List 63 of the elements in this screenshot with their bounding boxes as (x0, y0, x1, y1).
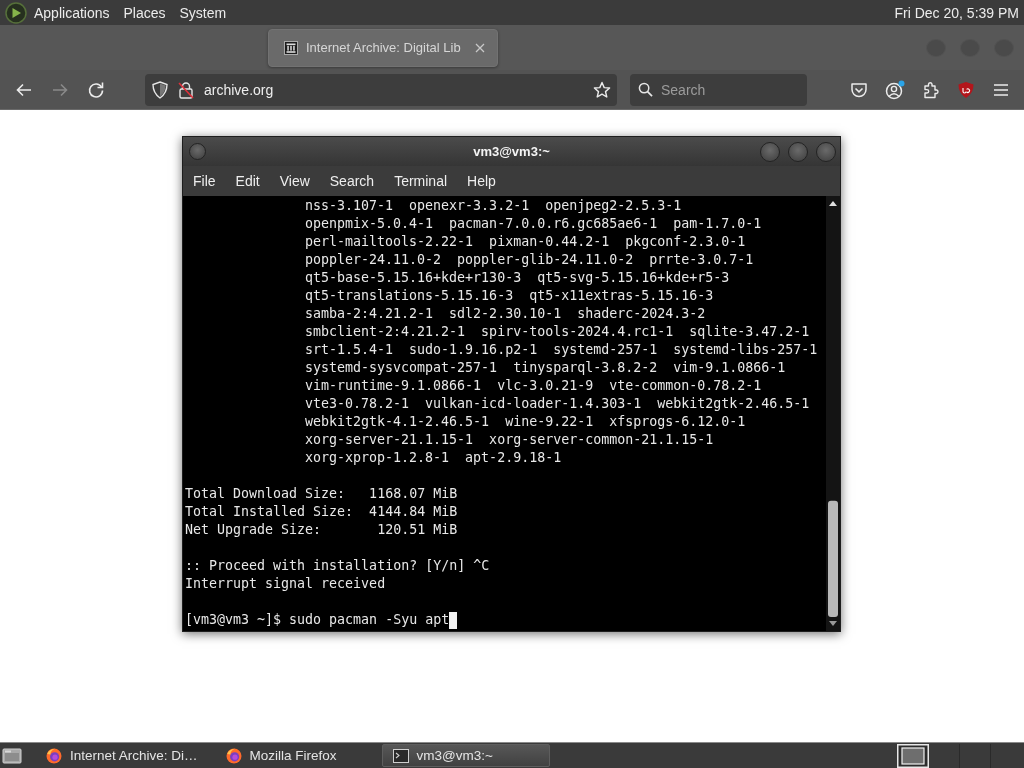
menu-item[interactable]: Terminal (394, 173, 448, 189)
taskbar-button[interactable]: Mozilla Firefox (214, 744, 372, 767)
menu-item[interactable]: Help (467, 173, 496, 189)
shield-icon[interactable] (152, 80, 168, 99)
search-field[interactable]: Search (661, 81, 799, 98)
close-button[interactable] (816, 141, 836, 162)
terminal-line: vim-runtime-9.1.0866-1 vlc-3.0.21-9 vte-common-0.78.2-1 (305, 377, 762, 395)
terminal-line: openpmix-5.0.4-1 pacman-7.0.0.r6.gc685ae6-1 pam-1.7.0-1 (305, 215, 762, 233)
terminal-line: nss-3.107-1 openexr-3.3.2-1 openjpeg2-2.5.3-1 (305, 197, 682, 215)
text-cursor-icon (449, 611, 458, 629)
puzzle-icon[interactable] (922, 80, 940, 99)
menu-item[interactable]: Edit (235, 173, 260, 189)
browser-icon (46, 747, 62, 764)
search-icon (638, 82, 653, 97)
terminal-line: srt-1.5.4-1 sudo-1.9.16.p2-1 systemd-257-1 systemd-libs-257-1 (305, 341, 818, 359)
columns-icon (284, 40, 298, 55)
terminal-line: qt5-translations-5.15.16-3 qt5-x11extras-5.15.16-3 (305, 287, 714, 305)
terminal-line: xorg-server-21.1.15-1 xorg-server-common-21.1.15-1 (305, 431, 714, 449)
menu-item[interactable]: View (279, 173, 310, 189)
clock: Fri Dec 20, 5:39 PM (894, 4, 1019, 21)
url-field[interactable]: archive.org (204, 81, 583, 98)
terminal-line: perl-mailtools-2.22-1 pixman-0.44.2-1 pkgconf-2.3.0-1 (305, 233, 746, 251)
account-icon[interactable] (885, 79, 905, 100)
lock-icon[interactable] (178, 80, 194, 99)
shield-blocker-icon[interactable] (957, 80, 975, 99)
reload-icon[interactable] (87, 80, 105, 99)
terminal-line: vte3-0.78.2-1 vulkan-icd-loader-1.4.303-1 webkit2gtk-2.46.5-1 (305, 395, 810, 413)
terminal-line: Net Upgrade Size: 120.51 MiB (185, 521, 458, 539)
terminal-line: systemd-sysvcompat-257-1 tinysparql-3.8.2-2 vim-9.1.0866-1 (305, 359, 786, 377)
terminal-line: Interrupt signal received (185, 575, 386, 593)
panel-menu[interactable]: System (179, 4, 227, 21)
panel-menu[interactable]: Applications (34, 4, 110, 21)
menu-item[interactable]: Search (329, 173, 375, 189)
minimize-button[interactable] (760, 141, 780, 162)
pocket-icon[interactable] (850, 80, 868, 99)
terminal-icon (392, 748, 409, 763)
taskbar-button[interactable]: Internet Archive: Di… (35, 744, 205, 767)
terminal-line: webkit2gtk-4.1-2.46.5-1 wine-9.22-1 xfsprogs-6.12.0-1 (305, 413, 746, 431)
search-bar[interactable]: Search (630, 73, 807, 106)
taskbar-button[interactable]: vm3@vm3:~ (381, 744, 550, 767)
window-menu-button[interactable] (189, 143, 206, 160)
workspace-switcher-icon[interactable] (897, 743, 929, 768)
menu-item[interactable]: File (193, 173, 216, 189)
browser-icon (225, 747, 242, 764)
window-title: vm3@vm3:~ (473, 144, 550, 159)
show-desktop-icon[interactable] (2, 746, 22, 765)
app-menu-icon[interactable] (5, 1, 27, 24)
panel-menu[interactable]: Places (123, 4, 166, 21)
maximize-button[interactable] (788, 141, 808, 162)
star-icon[interactable] (593, 80, 611, 99)
close-icon[interactable] (474, 42, 485, 53)
terminal-line: :: Proceed with installation? [Y/n] ^C (185, 557, 490, 575)
terminal-line: qt5-base-5.15.16+kde+r130-3 qt5-svg-5.15.16+kde+r5-3 (305, 269, 730, 287)
address-bar[interactable]: archive.org (145, 73, 617, 106)
terminal-line: Total Download Size: 1168.07 MiB (185, 485, 458, 503)
terminal-line: poppler-24.11.0-2 poppler-glib-24.11.0-2 prrte-3.0.7-1 (305, 251, 754, 269)
terminal-line: Total Installed Size: 4144.84 MiB (185, 503, 458, 521)
terminal-line: xorg-xprop-1.2.8-1 apt-2.9.18-1 (305, 449, 562, 467)
terminal-line: samba-2:4.21.2-1 sdl2-2.30.10-1 shaderc-2024.3-2 (305, 305, 706, 323)
browser-tab[interactable]: Internet Archive: Digital Lib (268, 28, 498, 67)
terminal-line: smbclient-2:4.21.2-1 spirv-tools-2024.4.rc1-1 sqlite-3.47.2-1 (305, 323, 810, 341)
command-line[interactable]: [vm3@vm3 ~]$ sudo pacman -Syu apt (185, 611, 450, 629)
scrollbar[interactable] (826, 196, 840, 631)
